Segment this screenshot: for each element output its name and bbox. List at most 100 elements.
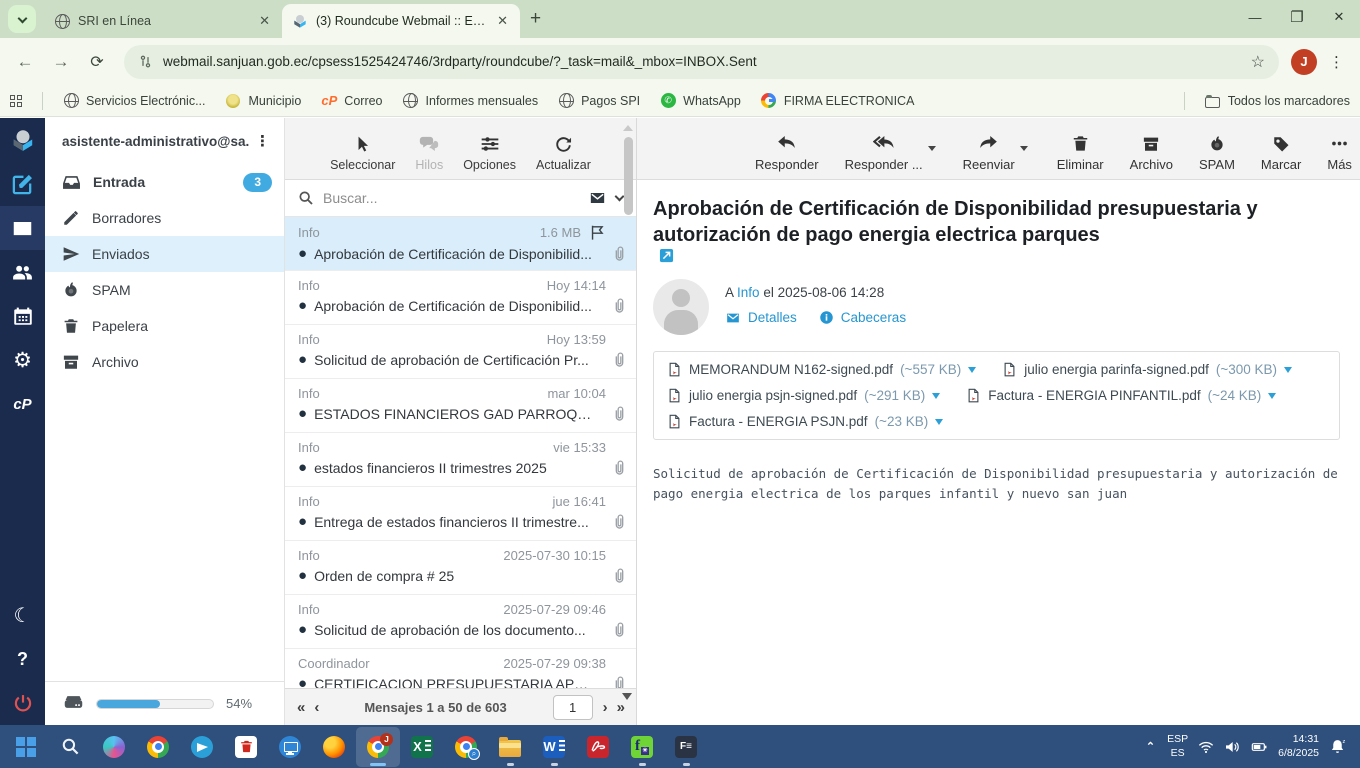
first-page-button[interactable]: «: [297, 699, 304, 716]
scroll-down-icon[interactable]: [622, 693, 632, 705]
message-list-item[interactable]: Info vie 15:33 ● estados financieros II …: [285, 433, 636, 487]
scope-envelope-icon[interactable]: [588, 190, 607, 206]
message-list-item[interactable]: Info Hoy 14:14 ● Aprobación de Certifica…: [285, 271, 636, 325]
tray-chevron-icon[interactable]: ⌃: [1146, 740, 1155, 753]
help-icon[interactable]: ?: [0, 637, 45, 681]
bookmark-servicios[interactable]: Servicios Electrónic...: [63, 93, 205, 109]
tab-search-button[interactable]: [8, 5, 36, 33]
file-explorer-button[interactable]: [488, 727, 532, 767]
fs-dark-app-button[interactable]: F≡: [664, 727, 708, 767]
cpanel-icon[interactable]: cP: [0, 382, 45, 426]
sidebar-item-archivo[interactable]: Archivo: [45, 344, 284, 380]
language-indicator[interactable]: ESPES: [1167, 733, 1188, 759]
attachment-name[interactable]: julio energia parinfa-signed.pdf: [1024, 362, 1209, 377]
bookmark-star-icon[interactable]: ☆: [1251, 52, 1265, 72]
attachment-item[interactable]: julio energia parinfa-signed.pdf (~300 K…: [1002, 361, 1292, 378]
sidebar-item-spam[interactable]: SPAM: [45, 272, 284, 308]
open-in-new-icon[interactable]: [659, 248, 674, 263]
bookmark-informes[interactable]: Informes mensuales: [403, 93, 539, 109]
notification-bell-icon[interactable]: [1329, 738, 1346, 755]
attachment-item[interactable]: Factura - ENERGIA PINFANTIL.pdf (~24 KB): [966, 387, 1276, 404]
dark-mode-moon-icon[interactable]: ☾: [0, 593, 45, 637]
volume-icon[interactable]: [1224, 739, 1240, 755]
battery-icon[interactable]: [1250, 739, 1268, 755]
attachment-name[interactable]: Factura - ENERGIA PSJN.pdf: [689, 414, 868, 429]
attachment-name[interactable]: Factura - ENERGIA PINFANTIL.pdf: [988, 388, 1200, 403]
bookmark-municipio[interactable]: Municipio: [225, 93, 301, 109]
new-tab-button[interactable]: +: [530, 8, 541, 30]
profile-avatar[interactable]: J: [1291, 49, 1317, 75]
fsolver-button[interactable]: f✳: [620, 727, 664, 767]
remote-desktop-button[interactable]: [268, 727, 312, 767]
browser-menu-icon[interactable]: ⋮: [1323, 53, 1350, 71]
tab-close-icon[interactable]: ✕: [257, 13, 272, 29]
tab-close-icon[interactable]: ✕: [495, 13, 510, 29]
message-list-item[interactable]: Coordinador 2025-07-29 09:38 ● CERTIFICA…: [285, 649, 636, 688]
sidebar-item-enviados[interactable]: Enviados: [45, 236, 284, 272]
bookmark-firma[interactable]: FIRMA ELECTRONICA: [761, 93, 915, 109]
start-button[interactable]: [4, 727, 48, 767]
page-number-input[interactable]: [553, 695, 593, 720]
firefox-button[interactable]: [312, 727, 356, 767]
minimize-button[interactable]: —: [1234, 10, 1276, 25]
search-input[interactable]: [323, 190, 579, 206]
scroll-up-icon[interactable]: [623, 120, 633, 131]
telegram-button[interactable]: [180, 727, 224, 767]
settings-gear-icon[interactable]: ⚙: [0, 338, 45, 382]
forward-button[interactable]: →: [46, 47, 76, 77]
recipient-link[interactable]: Info: [737, 285, 760, 300]
attachment-menu-icon[interactable]: [968, 367, 976, 377]
attachment-name[interactable]: julio energia psjn-signed.pdf: [689, 388, 857, 403]
taskbar-search-button[interactable]: [48, 727, 92, 767]
address-bar[interactable]: webmail.sanjuan.gob.ec/cpsess1525424746/…: [124, 45, 1279, 79]
mark-button[interactable]: Marcar: [1261, 135, 1301, 172]
scrollbar-thumb[interactable]: [624, 137, 633, 215]
threads-button[interactable]: Hilos: [415, 134, 443, 172]
attachment-item[interactable]: julio energia psjn-signed.pdf (~291 KB): [667, 387, 940, 404]
sidebar-item-papelera[interactable]: Papelera: [45, 308, 284, 344]
delete-button[interactable]: Eliminar: [1057, 134, 1104, 172]
attachment-menu-icon[interactable]: [1268, 393, 1276, 403]
attachment-menu-icon[interactable]: [935, 419, 943, 429]
attachment-name[interactable]: MEMORANDUM N162-signed.pdf: [689, 362, 893, 377]
acrobat-button[interactable]: [576, 727, 620, 767]
headers-link[interactable]: Cabeceras: [819, 310, 906, 325]
mail-nav-button[interactable]: [0, 206, 45, 250]
apps-grid-icon[interactable]: [10, 95, 22, 107]
wifi-icon[interactable]: [1198, 739, 1214, 755]
message-list-item[interactable]: Info mar 10:04 ● ESTADOS FINANCIEROS GAD…: [285, 379, 636, 433]
archive-button[interactable]: Archivo: [1130, 135, 1173, 172]
uninstaller-button[interactable]: [224, 727, 268, 767]
bookmark-whatsapp[interactable]: ✆ WhatsApp: [660, 93, 741, 109]
flag-icon[interactable]: [589, 224, 606, 241]
url-text[interactable]: webmail.sanjuan.gob.ec/cpsess1525424746/…: [163, 54, 1241, 69]
bookmark-correo[interactable]: cP Correo: [321, 93, 382, 109]
chrome-button[interactable]: [136, 727, 180, 767]
prev-page-button[interactable]: ‹: [314, 699, 318, 716]
message-list-item[interactable]: Info 2025-07-30 10:15 ● Orden de compra …: [285, 541, 636, 595]
close-button[interactable]: ✕: [1318, 9, 1360, 25]
excel-button[interactable]: X: [400, 727, 444, 767]
message-list-item[interactable]: Info jue 16:41 ● Entrega de estados fina…: [285, 487, 636, 541]
tab-sri[interactable]: SRI en Línea ✕: [44, 4, 282, 38]
list-scrollbar[interactable]: [624, 124, 633, 699]
forward-dropdown-icon[interactable]: [1020, 146, 1028, 155]
compose-button[interactable]: [0, 162, 45, 206]
back-button[interactable]: ←: [10, 47, 40, 77]
message-list-item[interactable]: Info 1.6 MB ● Aprobación de Certificació…: [285, 217, 636, 271]
attachment-item[interactable]: Factura - ENERGIA PSJN.pdf (~23 KB): [667, 413, 943, 430]
refresh-button[interactable]: Actualizar: [536, 135, 591, 172]
maximize-button[interactable]: ❐: [1276, 8, 1318, 26]
word-button[interactable]: W: [532, 727, 576, 767]
site-info-icon[interactable]: [138, 54, 153, 69]
contacts-nav-button[interactable]: [0, 250, 45, 294]
spam-button[interactable]: SPAM: [1199, 135, 1235, 172]
all-bookmarks-button[interactable]: Todos los marcadores: [1205, 93, 1350, 109]
sidebar-item-entrada[interactable]: Entrada 3: [45, 164, 284, 200]
chrome-profile-button[interactable]: J: [356, 727, 400, 767]
reply-all-dropdown-icon[interactable]: [928, 146, 936, 155]
attachment-menu-icon[interactable]: [932, 393, 940, 403]
message-list-item[interactable]: Info 2025-07-29 09:46 ● Solicitud de apr…: [285, 595, 636, 649]
copilot-button[interactable]: [92, 727, 136, 767]
reload-button[interactable]: ⟳: [82, 47, 112, 77]
